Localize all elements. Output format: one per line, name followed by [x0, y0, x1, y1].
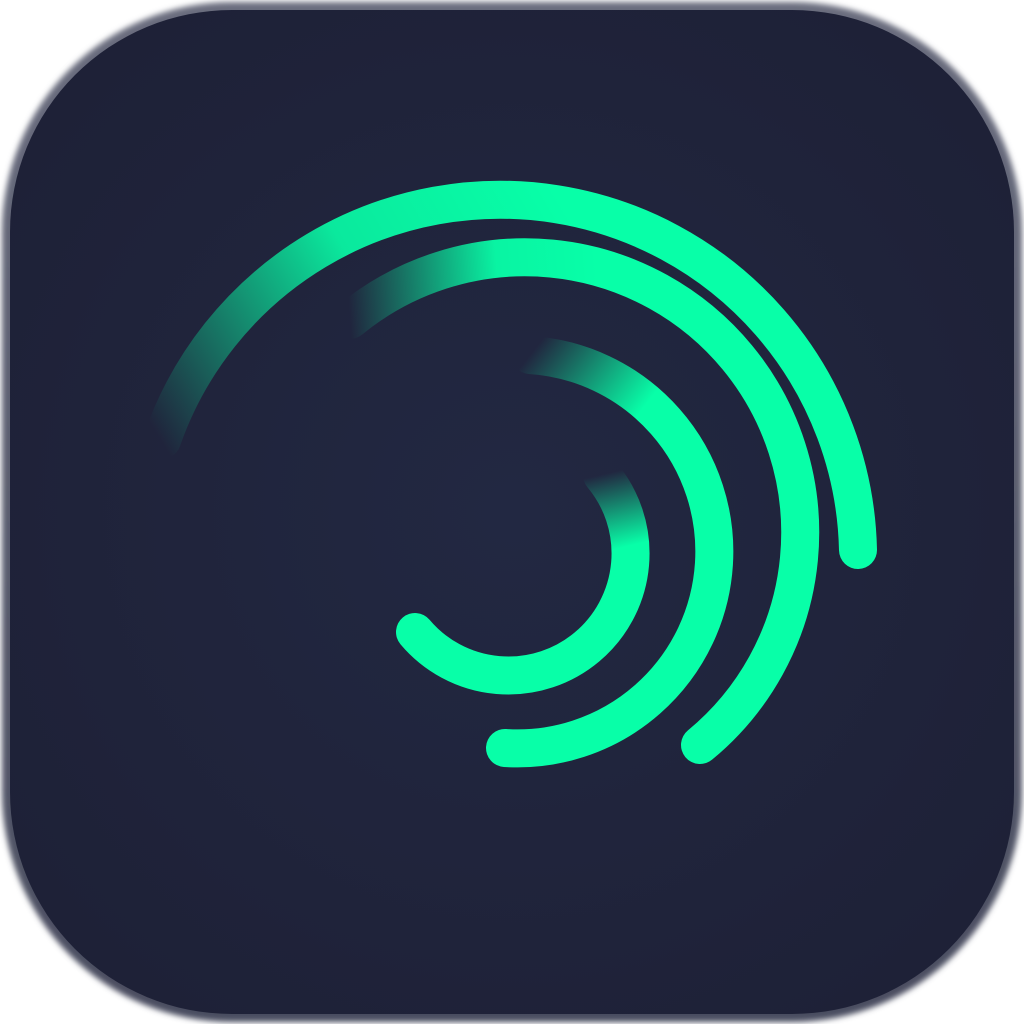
icon-canvas — [0, 0, 1024, 1024]
app-icon[interactable] — [0, 0, 1024, 1024]
swirl-arcs-logo-icon — [2, 2, 1022, 1022]
